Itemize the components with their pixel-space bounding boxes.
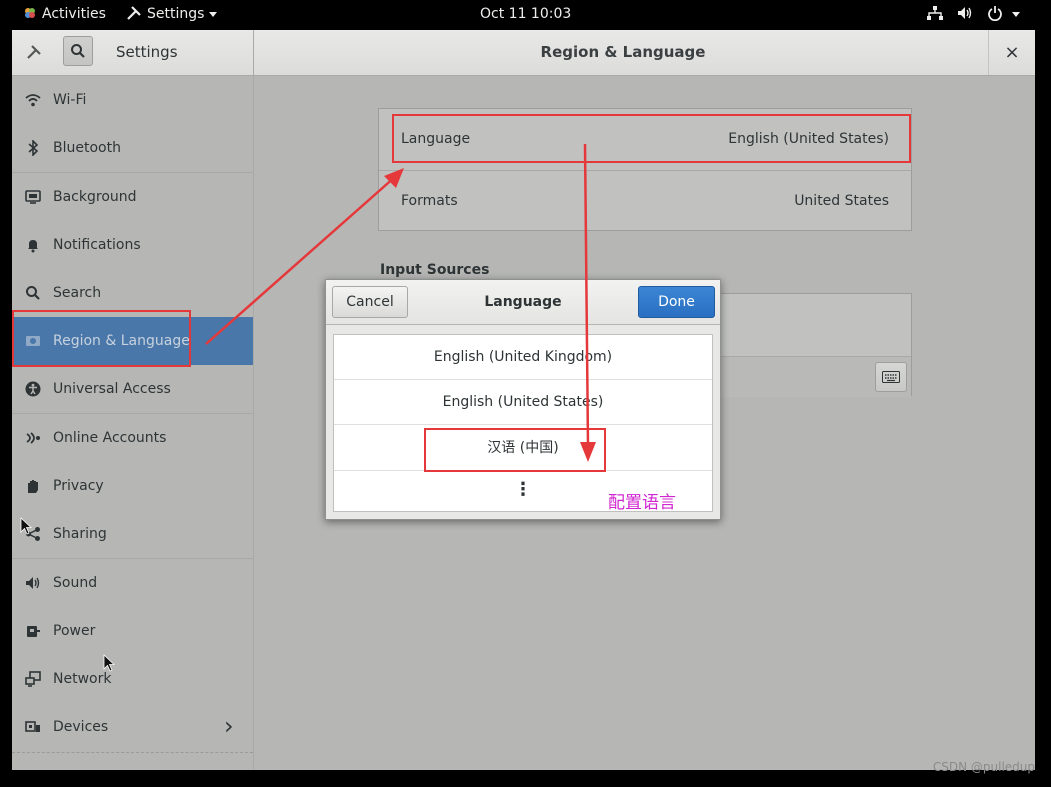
sidebar-item-label: Wi-Fi	[53, 92, 87, 108]
sidebar-item-label: Sharing	[53, 526, 107, 542]
highlight-language-row	[392, 114, 911, 163]
formats-row[interactable]: Formats United States	[379, 171, 911, 231]
cancel-button[interactable]: Cancel	[332, 286, 408, 318]
keyboard-layout-button[interactable]	[875, 362, 907, 392]
language-dialog: Language Cancel Done English (United Kin…	[325, 279, 721, 520]
sidebar-title: Settings	[116, 43, 178, 61]
mouse-cursor-icon	[103, 654, 115, 672]
mouse-cursor-icon	[20, 517, 32, 535]
header-bar: Settings Region & Language ×	[12, 30, 1035, 76]
activities-icon	[25, 8, 35, 18]
input-sources-heading: Input Sources	[380, 262, 490, 278]
activities-label: Activities	[42, 6, 106, 22]
tools-icon	[127, 6, 141, 20]
power-plug-icon	[27, 626, 40, 637]
app-menu-label: Settings	[147, 6, 205, 22]
status-area[interactable]	[926, 0, 1020, 29]
network-icon	[25, 671, 41, 687]
sidebar: Wi-Fi Bluetooth Background Notifications…	[12, 76, 254, 770]
annotation-note: 配置语言	[608, 493, 676, 513]
sidebar-item-label: Online Accounts	[53, 430, 167, 446]
done-button[interactable]: Done	[638, 286, 715, 318]
keyboard-icon	[882, 371, 900, 383]
language-option-en-gb[interactable]: English (United Kingdom)	[334, 335, 712, 380]
sidebar-item-label: Universal Access	[53, 381, 171, 397]
power-icon	[988, 6, 1002, 22]
devices-icon	[25, 721, 40, 732]
sidebar-item-label: Notifications	[53, 237, 141, 253]
close-icon: ×	[1004, 42, 1020, 63]
search-icon	[26, 286, 40, 300]
activities-button[interactable]: Activities	[22, 0, 106, 29]
speaker-icon	[26, 577, 40, 589]
watermark: CSDN @pulledup	[932, 760, 1035, 774]
sidebar-item-network[interactable]: Network	[12, 655, 253, 703]
accessibility-icon	[25, 381, 41, 397]
formats-value: United States	[794, 193, 889, 209]
sidebar-item-background[interactable]: Background	[12, 173, 253, 221]
page-title: Region & Language	[540, 43, 706, 61]
tools-icon	[27, 45, 41, 59]
language-option-en-us[interactable]: English (United States)	[334, 380, 712, 425]
network-wired-icon	[927, 6, 943, 20]
caret-down-icon	[1011, 11, 1020, 17]
close-button[interactable]: ×	[988, 30, 1035, 75]
sidebar-item-notifications[interactable]: Notifications	[12, 221, 253, 269]
sidebar-item-label: Devices	[53, 719, 109, 735]
search-icon	[71, 44, 85, 58]
sidebar-item-label: Bluetooth	[53, 140, 121, 156]
language-list: English (United Kingdom) English (United…	[333, 334, 713, 512]
chevron-right-icon: ›	[224, 712, 234, 740]
clock[interactable]: Oct 11 10:03	[480, 0, 571, 29]
divider	[12, 752, 253, 753]
privacy-hand-icon	[28, 480, 38, 493]
dialog-header: Language Cancel Done	[326, 280, 720, 325]
sidebar-item-label: Privacy	[53, 478, 104, 494]
highlight-chinese-option	[424, 428, 606, 472]
sidebar-item-bluetooth[interactable]: Bluetooth	[12, 124, 253, 172]
online-accounts-icon	[26, 432, 40, 444]
highlight-region-language	[12, 310, 191, 367]
sidebar-item-power[interactable]: Power	[12, 607, 253, 655]
app-menu-button[interactable]: Settings	[126, 0, 218, 29]
caret-down-icon	[209, 11, 218, 17]
wifi-icon	[25, 94, 41, 107]
bluetooth-icon	[28, 140, 39, 156]
top-bar: Activities Settings Oct 11 10:03	[0, 0, 1051, 29]
sidebar-item-label: Sound	[53, 575, 98, 591]
sidebar-item-sharing[interactable]: Sharing	[12, 510, 253, 558]
sidebar-header: Settings	[12, 30, 254, 75]
sidebar-item-label: Power	[53, 623, 96, 639]
background-icon	[25, 190, 41, 204]
bell-icon	[28, 240, 38, 253]
sidebar-item-privacy[interactable]: Privacy	[12, 462, 253, 510]
sidebar-item-wifi[interactable]: Wi-Fi	[12, 76, 253, 124]
sidebar-item-sound[interactable]: Sound	[12, 559, 253, 607]
sidebar-item-devices[interactable]: Devices ›	[12, 703, 253, 751]
more-vertical-icon: ⋮	[514, 479, 532, 500]
sidebar-item-online-accounts[interactable]: Online Accounts	[12, 414, 253, 462]
sidebar-item-universal-access[interactable]: Universal Access	[12, 365, 253, 413]
sidebar-item-label: Background	[53, 189, 137, 205]
volume-icon	[958, 7, 972, 19]
search-toggle-button[interactable]	[63, 36, 93, 66]
formats-label: Formats	[401, 193, 458, 209]
